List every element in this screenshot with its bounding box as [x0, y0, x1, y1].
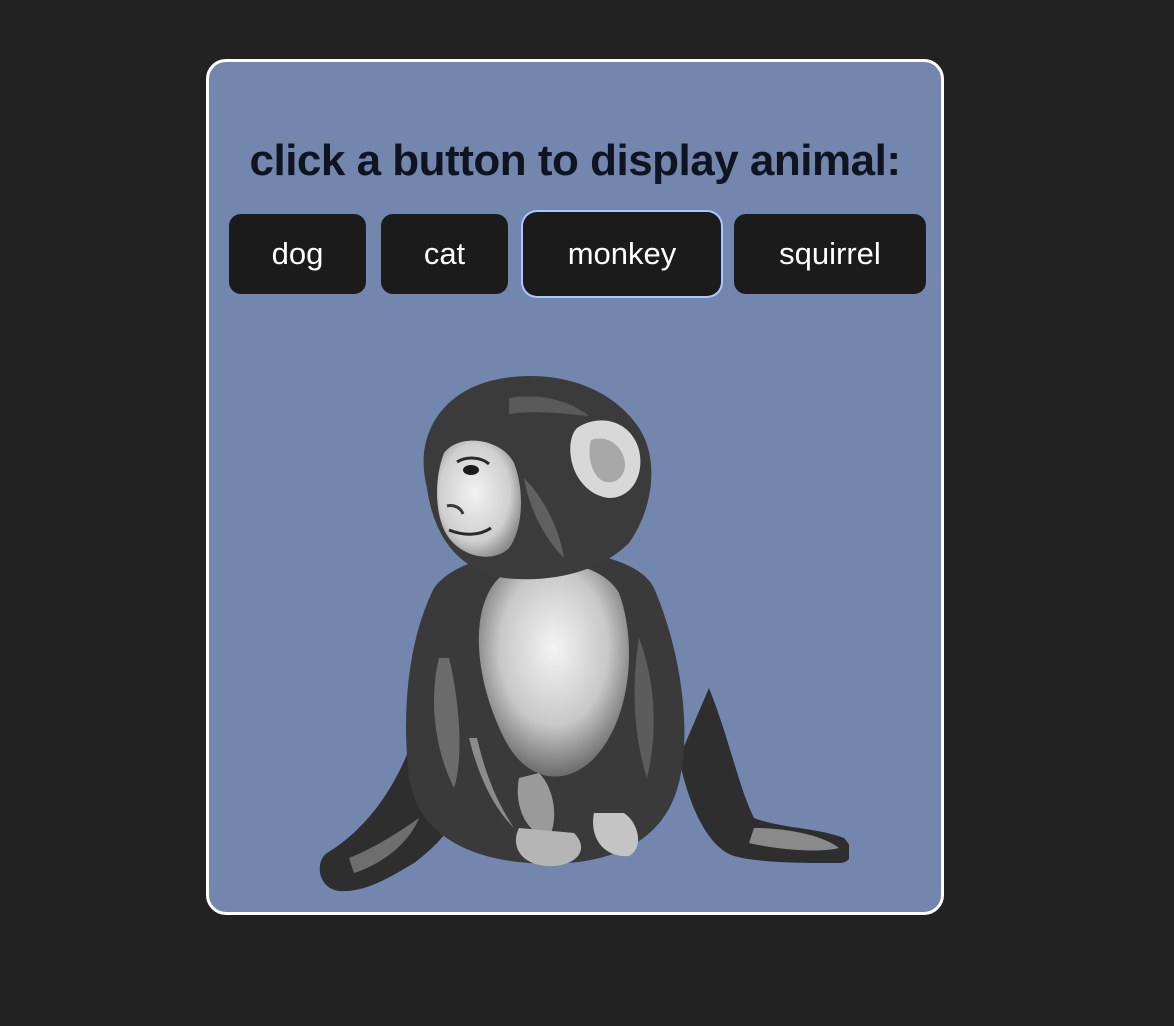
monkey-button[interactable]: monkey [525, 214, 719, 294]
animal-card: click a button to display animal: dog ca… [206, 59, 944, 915]
cat-button[interactable]: cat [381, 214, 508, 294]
squirrel-button[interactable]: squirrel [734, 214, 926, 294]
monkey-illustration [319, 376, 849, 892]
page-title: click a button to display animal: [249, 136, 901, 185]
dog-button[interactable]: dog [229, 214, 366, 294]
